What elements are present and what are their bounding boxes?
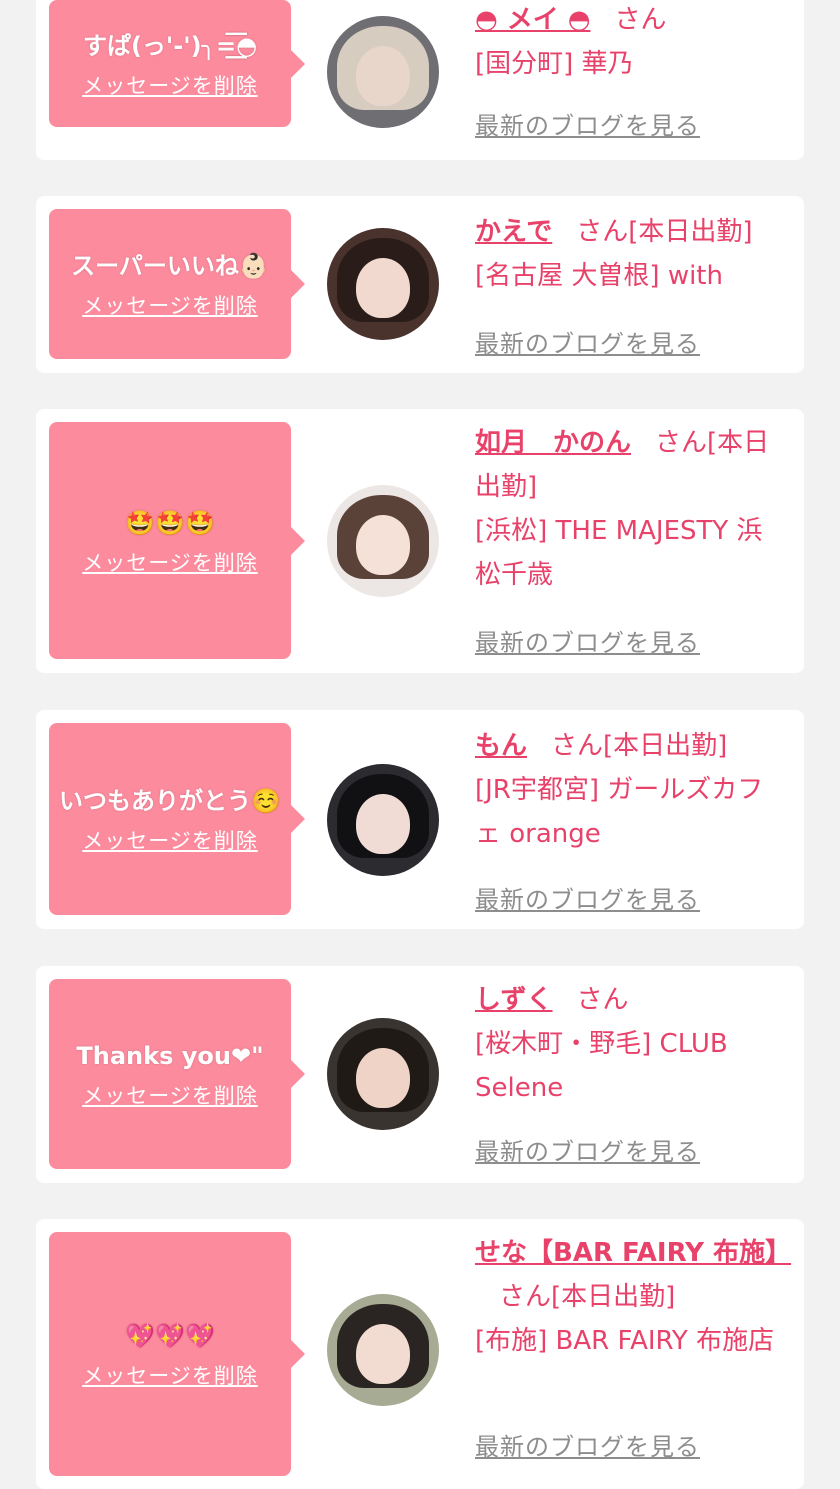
honorific: さん [655,428,708,458]
avatar[interactable] [327,1018,439,1130]
message-bubble: すぱ(っ'-')╮=͟͟͞͞◓ メッセージを削除 [49,0,305,127]
message-text: Thanks you❤︎" [76,1042,264,1070]
shop-name: [国分町] 華乃 [475,49,634,79]
honorific: さん [551,731,604,761]
latest-blog-link[interactable]: 最新のブログを見る [475,623,700,658]
profile-info: もん さん[本日出勤] [JR宇都宮] ガールズカフェ orange [475,724,785,856]
message-bubble: Thanks you❤︎" メッセージを削除 [49,979,305,1169]
message-card: 🤩🤩🤩 メッセージを削除 如月 かのん さん[本日出勤] [浜松] THE MAJ… [36,409,804,673]
avatar[interactable] [327,764,439,876]
latest-blog-link[interactable]: 最新のブログを見る [475,324,700,359]
honorific: さん [576,217,629,247]
message-text: 🤩🤩🤩 [125,508,215,537]
shop-name: [JR宇都宮] ガールズカフェ orange [475,775,764,849]
message-card: Thanks you❤︎" メッセージを削除 しずく さん [桜木町・野毛] CL… [36,966,804,1183]
girl-name-link[interactable]: かえで [475,217,552,247]
profile-info: 如月 かのん さん[本日出勤] [浜松] THE MAJESTY 浜松千歳 [475,421,785,597]
avatar[interactable] [327,16,439,128]
delete-message-link[interactable]: メッセージを削除 [82,547,258,577]
girl-name-link[interactable]: せな【BAR FAIRY 布施】 [475,1238,791,1268]
status-text: [本日出勤] [628,217,753,247]
delete-message-link[interactable]: メッセージを削除 [82,290,258,320]
honorific: さん [499,1282,552,1312]
shop-name: [桜木町・野毛] CLUB Selene [475,1029,728,1103]
message-text: 💖💖💖 [125,1322,215,1350]
message-card: いつもありがとう☺️ メッセージを削除 もん さん[本日出勤] [JR宇都宮] ガ… [36,710,804,929]
message-bubble: 💖💖💖 メッセージを削除 [49,1232,305,1476]
latest-blog-link[interactable]: 最新のブログを見る [475,880,700,915]
avatar[interactable] [327,1294,439,1406]
honorific: さん [576,985,629,1015]
message-card: スーパーいいね👶🏻 メッセージを削除 かえで さん[本日出勤] [名古屋 大曽根]… [36,196,804,373]
girl-name-link[interactable]: もん [475,731,527,761]
latest-blog-link[interactable]: 最新のブログを見る [475,1427,700,1462]
message-text: いつもありがとう☺️ [59,787,281,815]
message-card: すぱ(っ'-')╮=͟͟͞͞◓ メッセージを削除 ◓ メイ ◓ さん [国分町] … [36,0,804,160]
message-text: スーパーいいね👶🏻 [71,252,269,280]
girl-name-link[interactable]: しずく [475,985,552,1015]
delete-message-link[interactable]: メッセージを削除 [82,1360,258,1390]
shop-name: [浜松] THE MAJESTY 浜松千歳 [475,516,763,590]
message-text: すぱ(っ'-')╮=͟͟͞͞◓ [82,31,258,60]
message-bubble: スーパーいいね👶🏻 メッセージを削除 [49,209,305,359]
profile-info: せな【BAR FAIRY 布施】さん[本日出勤] [布施] BAR FAIRY … [475,1231,791,1363]
message-bubble: いつもありがとう☺️ メッセージを削除 [49,723,305,915]
avatar[interactable] [327,485,439,597]
profile-info: しずく さん [桜木町・野毛] CLUB Selene [475,978,785,1110]
delete-message-link[interactable]: メッセージを削除 [82,1080,258,1110]
message-card: 💖💖💖 メッセージを削除 せな【BAR FAIRY 布施】さん[本日出勤] [布… [36,1219,804,1489]
status-text: [本日出勤] [551,1282,676,1312]
latest-blog-link[interactable]: 最新のブログを見る [475,106,700,141]
delete-message-link[interactable]: メッセージを削除 [82,70,258,100]
shop-name: [名古屋 大曽根] with [475,261,723,291]
delete-message-link[interactable]: メッセージを削除 [82,825,258,855]
status-text: [本日出勤] [603,731,728,761]
message-bubble: 🤩🤩🤩 メッセージを削除 [49,422,305,659]
avatar[interactable] [327,228,439,340]
girl-name-link[interactable]: ◓ メイ ◓ [475,5,590,35]
latest-blog-link[interactable]: 最新のブログを見る [475,1132,700,1167]
girl-name-link[interactable]: 如月 かのん [475,428,631,458]
shop-name: [布施] BAR FAIRY 布施店 [475,1326,775,1356]
honorific: さん [614,5,667,35]
profile-info: ◓ メイ ◓ さん [国分町] 華乃 [475,0,785,86]
profile-info: かえで さん[本日出勤] [名古屋 大曽根] with [475,210,785,298]
